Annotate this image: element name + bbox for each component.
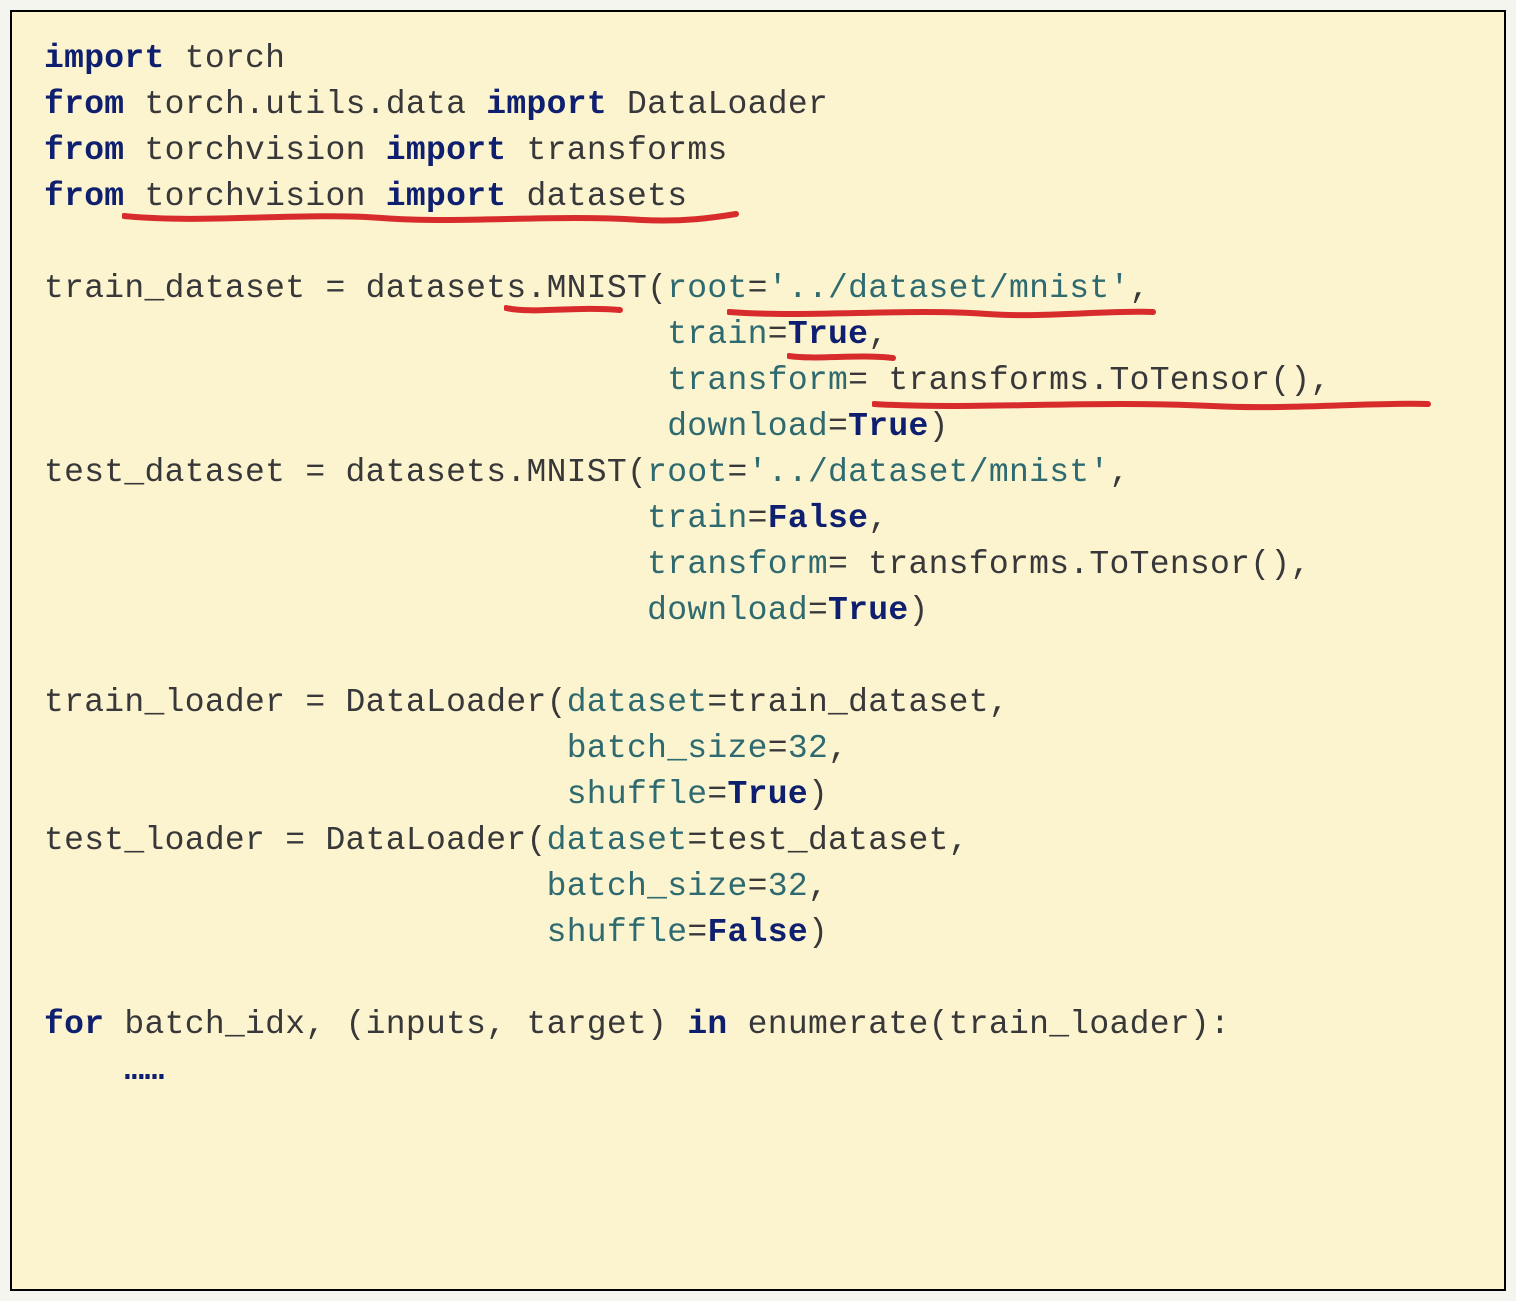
param-transform: transform [647, 546, 828, 583]
module-torchvision: torchvision [145, 132, 366, 169]
code-content: import torch from torch.utils.data impor… [44, 36, 1472, 1094]
num-32: 32 [768, 868, 808, 905]
num-32: 32 [788, 730, 828, 767]
module-datasets: datasets [527, 178, 688, 215]
param-transform: transform [667, 362, 848, 399]
var-test-loader: test_loader = DataLoader( [44, 822, 547, 859]
bool-true: True [788, 316, 868, 353]
keyword-from: from [44, 178, 124, 215]
keyword-import: import [44, 40, 165, 77]
call-enumerate: enumerate(train_loader): [748, 1006, 1230, 1043]
keyword-import: import [386, 178, 507, 215]
keyword-for: for [44, 1006, 104, 1043]
call-totensor: transforms.ToTensor() [868, 546, 1290, 583]
keyword-from: from [44, 132, 124, 169]
bool-true: True [728, 776, 808, 813]
keyword-in: in [687, 1006, 727, 1043]
loop-vars: batch_idx, (inputs, target) [124, 1006, 667, 1043]
bool-false: False [707, 914, 808, 951]
string-root-path: '../dataset/mnist' [768, 270, 1130, 307]
keyword-import: import [386, 132, 507, 169]
bool-false: False [768, 500, 869, 537]
param-batch-size: batch_size [567, 730, 768, 767]
arg-test-dataset: test_dataset, [707, 822, 968, 859]
arg-train-dataset: train_dataset, [728, 684, 1009, 721]
param-root: root [667, 270, 747, 307]
bool-true: True [848, 408, 928, 445]
module-transforms: transforms [527, 132, 728, 169]
keyword-from: from [44, 86, 124, 123]
module-torchvision: torchvision [145, 178, 366, 215]
param-batch-size: batch_size [547, 868, 748, 905]
module-torch: torch [185, 40, 286, 77]
var-train-dataset: train_dataset = datasets.MNIST( [44, 270, 667, 307]
ellipsis: …… [124, 1052, 164, 1089]
bool-true: True [828, 592, 908, 629]
param-root: root [647, 454, 727, 491]
param-download: download [647, 592, 808, 629]
keyword-import: import [486, 86, 607, 123]
var-test-dataset: test_dataset = datasets.MNIST( [44, 454, 647, 491]
string-root-path: '../dataset/mnist' [748, 454, 1110, 491]
param-train: train [667, 316, 768, 353]
param-download: download [667, 408, 828, 445]
param-shuffle: shuffle [567, 776, 708, 813]
param-dataset: dataset [547, 822, 688, 859]
var-train-loader: train_loader = DataLoader( [44, 684, 567, 721]
param-train: train [647, 500, 748, 537]
param-shuffle: shuffle [547, 914, 688, 951]
module-torch-utils-data: torch.utils.data [145, 86, 467, 123]
code-block: import torch from torch.utils.data impor… [10, 10, 1506, 1291]
class-dataloader: DataLoader [627, 86, 828, 123]
call-totensor: transforms.ToTensor() [888, 362, 1310, 399]
param-dataset: dataset [567, 684, 708, 721]
